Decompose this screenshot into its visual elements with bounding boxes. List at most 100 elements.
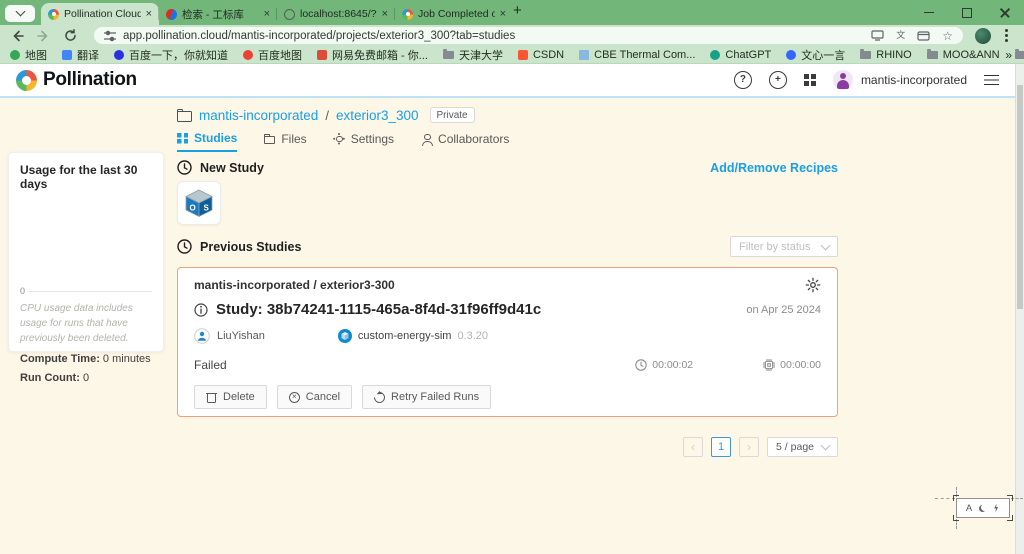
- project-tab[interactable]: Settings: [334, 131, 394, 152]
- browser-menu-icon[interactable]: [1005, 34, 1008, 37]
- page-1-button[interactable]: 1: [711, 437, 732, 457]
- project-tab-label: Files: [281, 132, 307, 146]
- run-count-value: 0: [82, 372, 90, 384]
- apps-grid-icon[interactable]: [803, 74, 816, 86]
- bookmark-item[interactable]: 地图: [10, 47, 47, 63]
- project-tab[interactable]: Studies: [177, 131, 238, 152]
- study-project-path: mantis-incorporated / exterior3-300: [194, 278, 395, 292]
- bookmark-item[interactable]: MOO&ANN: [926, 49, 1000, 61]
- app-header: Pollination ? + mantis-incorporated: [0, 64, 1015, 98]
- address-bar-actions: 文 ☆: [871, 30, 953, 42]
- add-remove-recipes-link[interactable]: Add/Remove Recipes: [710, 161, 838, 175]
- browser-tab[interactable]: Pollination Cloud App ×: [41, 3, 159, 25]
- study-action-button[interactable]: Retry Failed Runs: [362, 385, 492, 409]
- tab-close-icon[interactable]: ×: [500, 8, 506, 20]
- minimize-button[interactable]: [910, 0, 948, 25]
- url-text[interactable]: app.pollination.cloud/mantis-incorporate…: [123, 30, 515, 42]
- bookmark-item[interactable]: 网易免费邮箱 - 你...: [317, 47, 428, 63]
- study-action-button[interactable]: Cancel: [276, 385, 353, 409]
- browser-tab[interactable]: Job Completed on Pollinatio... ×: [394, 3, 513, 25]
- breadcrumb-owner-link[interactable]: mantis-incorporated: [199, 108, 318, 123]
- recipe-name: custom-energy-sim: [357, 330, 452, 342]
- bookmarks-overflow-button[interactable]: »: [1005, 48, 1012, 62]
- crop-handle[interactable]: [1007, 515, 1013, 521]
- minimize-icon: [924, 11, 934, 14]
- project-tab[interactable]: Collaborators: [421, 131, 509, 152]
- reload-button[interactable]: [64, 29, 77, 42]
- bookmark-item[interactable]: 百度一下，你就知道: [114, 47, 228, 63]
- tab-favicon-icon: [284, 8, 295, 20]
- study-title[interactable]: Study: 38b74241-1115-465a-8f4d-31f96ff9d…: [216, 301, 541, 318]
- browser-tab[interactable]: 检索 - 工标库 ×: [158, 3, 277, 25]
- close-button[interactable]: [986, 0, 1024, 25]
- bookmark-item[interactable]: 百度地图: [243, 47, 302, 63]
- pollination-logo[interactable]: Pollination: [16, 69, 137, 91]
- bookmark-item[interactable]: 健康: [1014, 47, 1024, 63]
- crop-handle[interactable]: [1007, 495, 1013, 501]
- tab-favicon-icon: [402, 8, 413, 20]
- filter-by-status-select[interactable]: Filter by status: [730, 236, 838, 257]
- recipe-tile-openstudio[interactable]: O S: [177, 181, 221, 225]
- tab-list-chevron-button[interactable]: [5, 4, 35, 22]
- bookmark-item[interactable]: CSDN: [517, 49, 564, 61]
- browser-profile-avatar[interactable]: [975, 27, 991, 44]
- tab-title: Job Completed on Pollinatio...: [418, 8, 495, 20]
- elapsed-time-value: 00:00:02: [652, 359, 694, 371]
- address-bar[interactable]: app.pollination.cloud/mantis-incorporate…: [94, 27, 963, 44]
- study-card[interactable]: mantis-incorporated / exterior3-300 Stud…: [177, 267, 838, 417]
- lightning-icon[interactable]: [993, 504, 1000, 513]
- recipe-info[interactable]: custom-energy-sim 0.3.20: [337, 329, 488, 343]
- overlay-toolbar[interactable]: A: [935, 487, 1023, 529]
- tab-close-icon[interactable]: ×: [146, 8, 152, 20]
- scrollbar-thumb[interactable]: [1017, 85, 1023, 309]
- account-name[interactable]: mantis-incorporated: [861, 73, 967, 87]
- breadcrumb-project-link[interactable]: exterior3_300: [336, 108, 419, 123]
- bookmark-item[interactable]: CBE Thermal Com...: [579, 49, 695, 61]
- prev-page-button[interactable]: ‹: [683, 437, 704, 457]
- install-app-icon[interactable]: [871, 30, 884, 41]
- next-page-button[interactable]: ›: [739, 437, 760, 457]
- study-card-header: mantis-incorporated / exterior3-300: [194, 276, 821, 294]
- study-action-button[interactable]: Delete: [194, 385, 267, 409]
- bookmark-item[interactable]: 天津大学: [442, 47, 503, 63]
- save-card-icon[interactable]: [917, 30, 930, 41]
- bookmark-favicon-icon: [62, 49, 72, 60]
- crop-handle[interactable]: [953, 515, 959, 521]
- help-button[interactable]: ?: [733, 71, 752, 89]
- new-tab-button[interactable]: +: [513, 0, 522, 22]
- header-actions: ? + mantis-incorporated: [733, 70, 999, 90]
- back-arrow-icon: [13, 30, 24, 41]
- page-size-select[interactable]: 5 / page: [767, 437, 838, 457]
- bookmark-star-icon[interactable]: ☆: [942, 30, 953, 42]
- page-scrollbar[interactable]: [1015, 64, 1024, 554]
- forward-arrow-icon: [37, 30, 48, 41]
- forward-button[interactable]: [37, 29, 51, 43]
- project-tab-icon: [177, 132, 188, 144]
- bookmark-label: 百度一下，你就知道: [129, 49, 228, 62]
- bookmark-favicon-icon: [860, 49, 872, 59]
- gear-icon[interactable]: [805, 277, 821, 293]
- bookmark-item[interactable]: 文心一言: [786, 47, 845, 63]
- maximize-button[interactable]: [948, 0, 986, 25]
- pollination-logo-icon: [16, 69, 37, 91]
- bookmark-item[interactable]: 翻译: [62, 47, 99, 63]
- tab-close-icon[interactable]: ×: [264, 8, 270, 20]
- translate-icon[interactable]: 文: [896, 31, 905, 40]
- bookmark-item[interactable]: RHINO: [860, 49, 912, 61]
- bookmark-label: 网易免费邮箱 - 你...: [332, 49, 428, 62]
- hamburger-menu-icon[interactable]: [984, 74, 999, 86]
- browser-tab[interactable]: localhost:8645/?token=ey... ×: [276, 3, 395, 25]
- usage-axis-zero: 0: [20, 286, 26, 296]
- bookmark-item[interactable]: ChatGPT: [710, 49, 771, 61]
- text-tool-button[interactable]: A: [966, 503, 972, 514]
- project-tab[interactable]: Files: [264, 131, 307, 152]
- tab-close-icon[interactable]: ×: [382, 8, 388, 20]
- back-button[interactable]: [10, 29, 24, 43]
- account-avatar[interactable]: [832, 70, 853, 90]
- elapsed-time: 00:00:02: [635, 359, 693, 371]
- recipe-icon: [337, 329, 352, 343]
- create-button[interactable]: +: [768, 71, 787, 89]
- moon-icon[interactable]: [979, 505, 986, 512]
- study-owner-name[interactable]: LiuYishan: [217, 330, 265, 342]
- crop-handle[interactable]: [953, 495, 959, 501]
